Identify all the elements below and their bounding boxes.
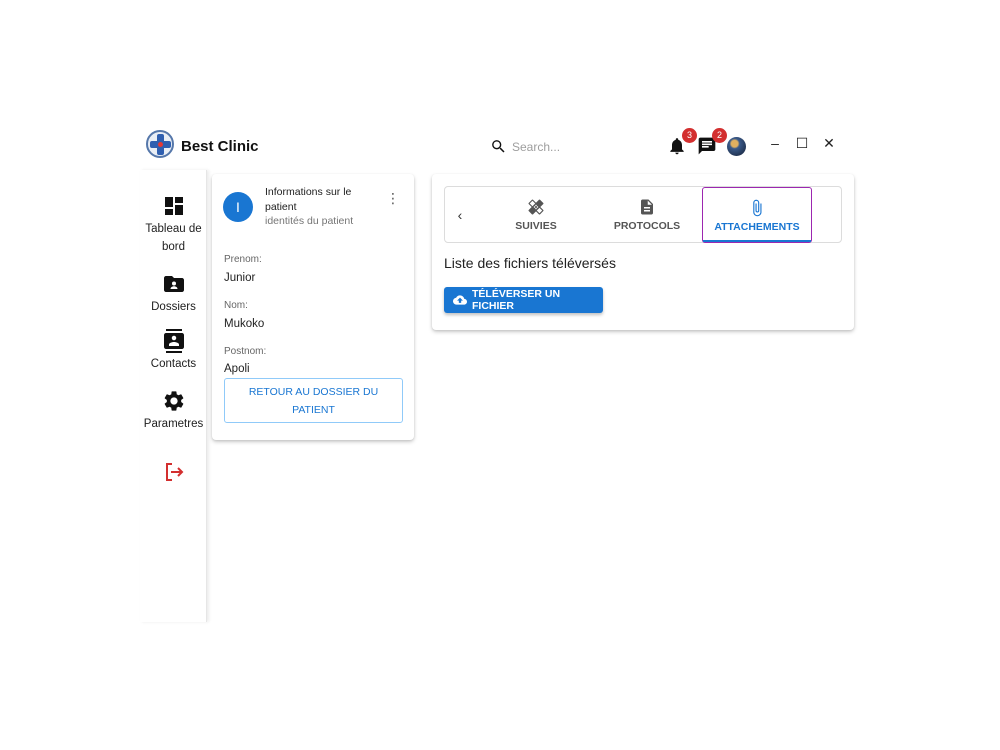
minimize-button[interactable]: – [766, 134, 784, 152]
attachments-card: ‹ SUIVIES PROTOCOLS ATTACHEMENTS Liste d… [432, 174, 854, 330]
contacts-icon [163, 329, 184, 353]
paperclip-icon [753, 199, 762, 217]
logout-button[interactable] [140, 460, 207, 486]
folder-person-icon [163, 276, 184, 292]
sidebar-item-label: Tableau de bord [145, 223, 202, 253]
active-tab-indicator [703, 240, 811, 242]
nom-value: Mukoko [224, 318, 265, 330]
card-subtitle: identités du patient [265, 215, 354, 227]
bandage-icon [528, 199, 544, 215]
prenom-value: Junior [224, 272, 256, 284]
tab-label: SUIVIES [515, 220, 557, 232]
gear-icon [164, 391, 183, 411]
search-input[interactable] [512, 137, 642, 157]
messages-button[interactable]: 2 [697, 128, 727, 160]
cloud-upload-icon [453, 295, 467, 305]
postnom-value: Apoli [224, 363, 250, 375]
nom-label: Nom: [224, 300, 248, 311]
upload-button-label: TÉLÉVERSER UN FICHIER [472, 288, 561, 312]
logout-icon [165, 463, 183, 481]
dashboard-icon [164, 197, 183, 215]
clinic-logo [146, 130, 174, 158]
patient-info-card: I Informations sur le patient identités … [212, 174, 414, 440]
sidebar-item-dossiers[interactable]: Dossiers [140, 272, 207, 316]
notifications-badge: 3 [682, 128, 697, 143]
app-bar: Best Clinic 3 2 – ☐ ✕ [140, 126, 860, 166]
sidebar-item-parametres[interactable]: Parametres [140, 389, 207, 433]
tab-suivies[interactable]: SUIVIES [487, 187, 585, 242]
patient-avatar: I [223, 192, 253, 222]
postnom-label: Postnom: [224, 346, 267, 357]
sidebar: Tableau de bord Dossiers Contacts Parame… [140, 170, 207, 622]
maximize-button[interactable]: ☐ [793, 134, 811, 152]
tab-label: PROTOCOLS [613, 220, 681, 232]
more-options-icon[interactable]: ⋮ [386, 190, 400, 206]
sidebar-item-label: Parametres [143, 418, 204, 430]
chevron-left-icon[interactable]: ‹ [452, 206, 468, 224]
sidebar-item-label: Contacts [150, 358, 197, 370]
sidebar-item-contacts[interactable]: Contacts [140, 329, 207, 373]
document-icon [641, 199, 653, 215]
tab-label: ATTACHEMENTS [714, 221, 800, 233]
user-avatar[interactable] [727, 137, 746, 156]
upload-file-button[interactable]: TÉLÉVERSER UN FICHIER [444, 287, 603, 313]
sidebar-item-dashboard[interactable]: Tableau de bord [140, 194, 207, 256]
search-icon [492, 140, 505, 153]
uploaded-files-title: Liste des fichiers téléversés [444, 255, 616, 271]
search-bar[interactable] [490, 136, 650, 158]
prenom-label: Prenom: [224, 254, 262, 265]
messages-badge: 2 [712, 128, 727, 143]
back-to-patient-file-button[interactable]: RETOUR AU DOSSIER DU PATIENT [224, 378, 403, 423]
close-button[interactable]: ✕ [820, 134, 838, 152]
sidebar-item-label: Dossiers [151, 301, 196, 313]
tab-bar: ‹ SUIVIES PROTOCOLS ATTACHEMENTS [444, 186, 842, 243]
tab-attachements[interactable]: ATTACHEMENTS [702, 187, 812, 243]
tab-protocols[interactable]: PROTOCOLS [597, 187, 697, 242]
brand-name: Best Clinic [181, 138, 259, 155]
card-title: Informations sur le patient [265, 186, 352, 213]
notifications-button[interactable]: 3 [667, 128, 697, 160]
